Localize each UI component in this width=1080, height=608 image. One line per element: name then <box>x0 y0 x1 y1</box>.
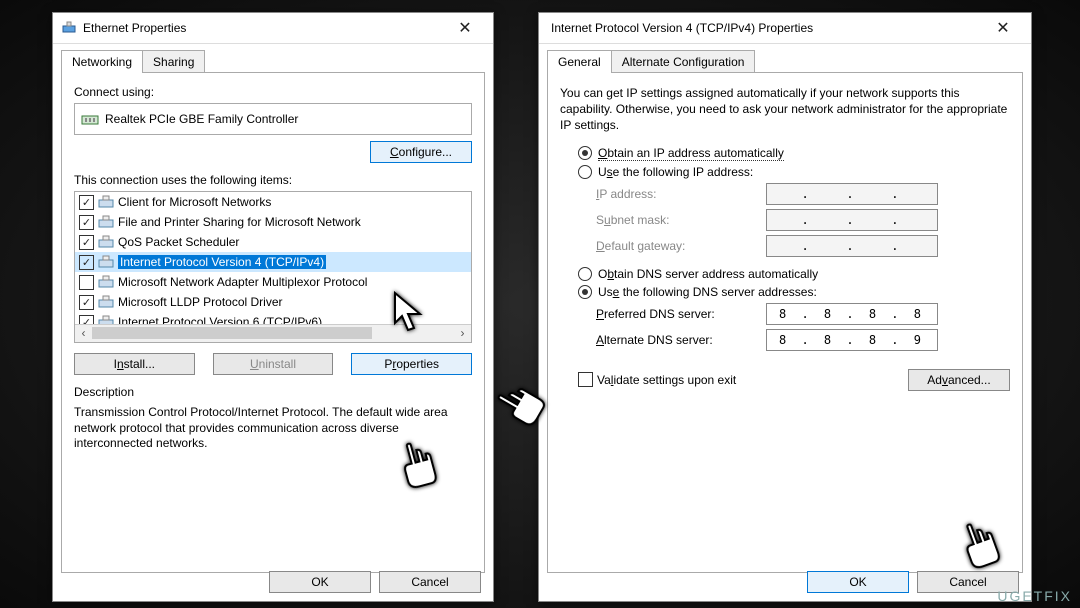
protocol-icon <box>98 195 114 209</box>
radio-ip-auto-label: Obtain an IP address automatically <box>598 146 784 161</box>
item-label: Microsoft LLDP Protocol Driver <box>118 295 283 309</box>
radio-icon <box>578 267 592 281</box>
radio-icon <box>578 146 592 160</box>
titlebar[interactable]: Ethernet Properties ✕ <box>53 13 493 44</box>
tab-body: You can get IP settings assigned automat… <box>547 72 1023 573</box>
protocol-icon <box>98 295 114 309</box>
ip-address-label: IP address: <box>596 187 766 201</box>
radio-ip-manual-label: Use the following IP address: <box>598 165 753 179</box>
radio-icon <box>578 285 592 299</box>
subnet-label: Subnet mask: <box>596 213 766 227</box>
close-button[interactable]: ✕ <box>445 14 485 42</box>
cancel-button[interactable]: Cancel <box>379 571 481 593</box>
ok-button[interactable]: OK <box>269 571 371 593</box>
uninstall-button: Uninstall <box>213 353 334 375</box>
watermark-text: UGETFIX <box>997 588 1072 604</box>
items-label: This connection uses the following items… <box>74 173 472 187</box>
description-label: Description <box>74 385 472 399</box>
adapter-name: Realtek PCIe GBE Family Controller <box>105 112 298 126</box>
alternate-dns-label: Alternate DNS server: <box>596 333 766 347</box>
adapter-box[interactable]: Realtek PCIe GBE Family Controller <box>74 103 472 135</box>
scroll-right-icon[interactable]: › <box>454 325 471 341</box>
checkbox[interactable]: ✓ <box>79 215 94 230</box>
protocol-icon <box>98 255 114 269</box>
item-label: File and Printer Sharing for Microsoft N… <box>118 215 361 229</box>
connect-using-label: Connect using: <box>74 85 472 99</box>
tab-general[interactable]: General <box>547 50 612 73</box>
gateway-label: Default gateway: <box>596 239 766 253</box>
radio-ip-auto[interactable]: Obtain an IP address automatically <box>578 146 1010 161</box>
validate-label: Validate settings upon exit <box>597 373 736 387</box>
tab-strip: General Alternate Configuration <box>539 44 1031 73</box>
properties-button[interactable]: Properties <box>351 353 472 375</box>
preferred-dns-input[interactable]: 8 . 8 . 8 . 8 <box>766 303 938 325</box>
checkbox[interactable]: ✓ <box>79 255 94 270</box>
checkbox[interactable]: ✓ <box>79 295 94 310</box>
scroll-thumb[interactable] <box>92 327 372 339</box>
advanced-button[interactable]: Advanced... <box>908 369 1010 391</box>
configure-button[interactable]: Configure... <box>370 141 472 163</box>
tab-sharing[interactable]: Sharing <box>142 50 205 73</box>
item-label: QoS Packet Scheduler <box>118 235 239 249</box>
tab-networking[interactable]: Networking <box>61 50 143 73</box>
subnet-input: . . . <box>766 209 938 231</box>
radio-dns-manual-label: Use the following DNS server addresses: <box>598 285 817 299</box>
titlebar[interactable]: Internet Protocol Version 4 (TCP/IPv4) P… <box>539 13 1031 44</box>
scroll-left-icon[interactable]: ‹ <box>75 325 92 341</box>
radio-dns-auto-label: Obtain DNS server address automatically <box>598 267 818 281</box>
adapter-icon <box>81 112 99 126</box>
preferred-dns-label: Preferred DNS server: <box>596 307 766 321</box>
radio-dns-manual[interactable]: Use the following DNS server addresses: <box>578 285 1010 299</box>
protocol-icon <box>98 235 114 249</box>
info-text: You can get IP settings assigned automat… <box>560 85 1010 134</box>
checkbox[interactable]: ✓ <box>79 195 94 210</box>
radio-dns-auto[interactable]: Obtain DNS server address automatically <box>578 267 1010 281</box>
checkbox[interactable]: ✓ <box>79 235 94 250</box>
radio-ip-manual[interactable]: Use the following IP address: <box>578 165 1010 179</box>
validate-checkbox[interactable] <box>578 372 593 387</box>
install-button[interactable]: Install... <box>74 353 195 375</box>
ethernet-icon <box>61 20 77 36</box>
item-label: Client for Microsoft Networks <box>118 195 271 209</box>
tab-alternate-config[interactable]: Alternate Configuration <box>611 50 756 73</box>
ipv4-properties-window: Internet Protocol Version 4 (TCP/IPv4) P… <box>538 12 1032 602</box>
ip-address-input: . . . <box>766 183 938 205</box>
list-item[interactable]: ✓ Internet Protocol Version 4 (TCP/IPv4) <box>75 252 471 272</box>
window-title: Internet Protocol Version 4 (TCP/IPv4) P… <box>551 21 983 35</box>
close-button[interactable]: ✕ <box>983 14 1023 42</box>
pointer-icon <box>390 288 430 336</box>
alternate-dns-input[interactable]: 8 . 8 . 8 . 9 <box>766 329 938 351</box>
gateway-input: . . . <box>766 235 938 257</box>
item-label: Internet Protocol Version 4 (TCP/IPv4) <box>118 255 326 269</box>
protocol-icon <box>98 215 114 229</box>
list-item[interactable]: ✓ QoS Packet Scheduler <box>75 232 471 252</box>
list-item[interactable]: ✓ Client for Microsoft Networks <box>75 192 471 212</box>
checkbox[interactable] <box>79 275 94 290</box>
window-title: Ethernet Properties <box>83 21 445 35</box>
ok-button[interactable]: OK <box>807 571 909 593</box>
item-label: Microsoft Network Adapter Multiplexor Pr… <box>118 275 367 289</box>
list-item[interactable]: ✓ File and Printer Sharing for Microsoft … <box>75 212 471 232</box>
protocol-icon <box>98 275 114 289</box>
tab-strip: Networking Sharing <box>53 44 493 73</box>
radio-icon <box>578 165 592 179</box>
